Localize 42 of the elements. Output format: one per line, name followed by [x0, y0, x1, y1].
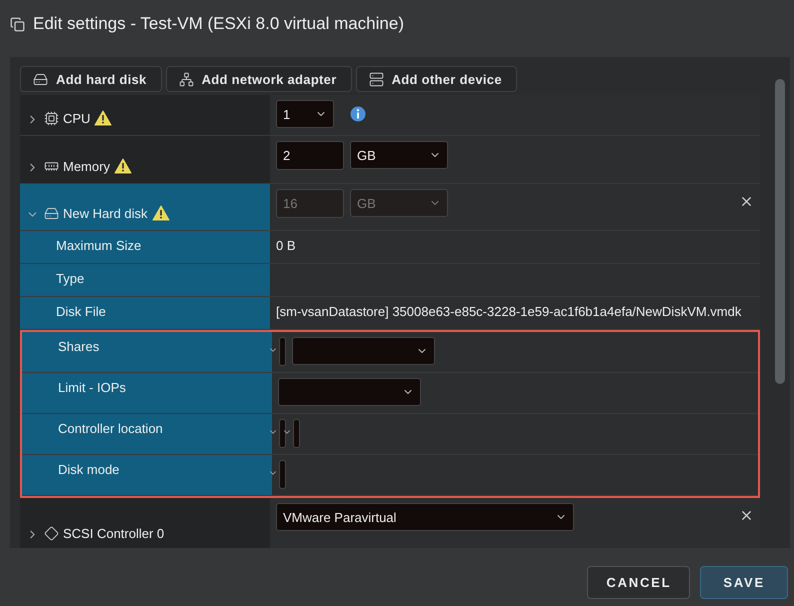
row-label-cell: Limit - IOPs [22, 373, 272, 413]
row-label-cell: Controller location [22, 414, 272, 454]
device-row[interactable]: SCSI Controller 0 [20, 498, 270, 548]
network-icon [178, 72, 194, 86]
cabinet-icon [368, 72, 384, 86]
input-field[interactable]: 2 [276, 141, 344, 170]
device-row[interactable]: Memory [20, 136, 270, 183]
row-label-cell: Shares [22, 332, 272, 372]
device-label: CPU [63, 111, 90, 126]
device-label: SCSI Controller 0 [63, 526, 164, 541]
close-icon[interactable] [739, 508, 754, 523]
dropdown[interactable]: GB [350, 141, 448, 169]
dropdown[interactable] [293, 419, 300, 448]
row-label-cell: Disk File [20, 297, 270, 329]
save-button[interactable]: SAVE [700, 566, 788, 599]
row-label-cell: Type [20, 264, 270, 296]
dropdown[interactable]: 1 [276, 100, 334, 128]
diamond-icon [44, 526, 59, 541]
scrollbar[interactable] [775, 79, 785, 384]
window-icon [10, 16, 25, 32]
dropdown[interactable]: VMware Paravirtual [276, 503, 574, 531]
info-icon[interactable] [350, 106, 366, 122]
device-row[interactable]: CPU [20, 95, 270, 135]
value-text: [sm-vsanDatastore] 35008e63-e85c-3228-1e59-ac1f6b1a4efa/NewDiskVM.vmdk [276, 303, 742, 319]
device-label: Memory [63, 159, 110, 174]
dropdown[interactable] [278, 378, 421, 406]
dropdown[interactable] [279, 460, 286, 489]
cancel-button[interactable]: CANCEL [587, 566, 690, 599]
add-button[interactable]: Add hard disk [20, 66, 162, 92]
window-title: Edit settings - Test-VM (ESXi 8.0 virtual machine) [33, 14, 404, 34]
dropdown[interactable] [292, 337, 435, 365]
add-button[interactable]: Add other device [356, 66, 517, 92]
dropdown[interactable] [279, 337, 286, 366]
device-label: New Hard disk [63, 206, 148, 221]
value-text: 0 B [276, 237, 296, 253]
chip-icon [44, 111, 59, 126]
dropdown[interactable] [279, 419, 286, 448]
row-label-cell: Disk mode [22, 455, 272, 495]
close-icon[interactable] [739, 194, 754, 209]
row-label-cell: Maximum Size [20, 231, 270, 263]
add-button[interactable]: Add network adapter [166, 66, 352, 92]
device-row[interactable]: New Hard disk [20, 184, 270, 230]
